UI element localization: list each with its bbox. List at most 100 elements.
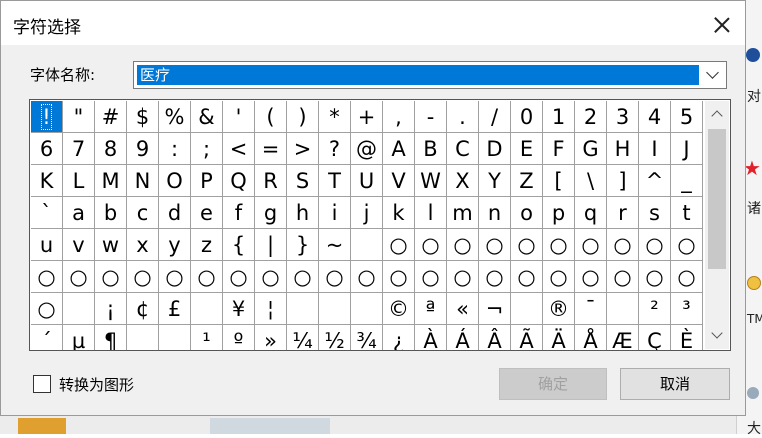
char-cell[interactable]: u [31, 229, 63, 261]
char-cell[interactable]: H [607, 133, 639, 165]
char-cell[interactable]: µ [63, 325, 95, 350]
char-cell[interactable]: N [127, 165, 159, 197]
char-cell[interactable]: : [159, 133, 191, 165]
char-cell[interactable]: C [447, 133, 479, 165]
char-cell[interactable]: ´ [31, 325, 63, 350]
char-cell[interactable]: 6 [31, 133, 63, 165]
char-cell[interactable]: Q [223, 165, 255, 197]
char-cell[interactable]: 3 [607, 101, 639, 133]
char-cell[interactable]: 9 [127, 133, 159, 165]
char-cell[interactable]: l [415, 197, 447, 229]
char-cell[interactable]: ¬ [479, 293, 511, 325]
char-cell[interactable]: ª [415, 293, 447, 325]
char-cell[interactable]: ○ [191, 261, 223, 293]
char-cell[interactable]: d [159, 197, 191, 229]
char-cell[interactable]: o [511, 197, 543, 229]
char-cell[interactable]: e [191, 197, 223, 229]
char-cell[interactable]: ○ [607, 229, 639, 261]
char-cell[interactable]: ] [607, 165, 639, 197]
char-cell[interactable]: w [95, 229, 127, 261]
char-cell[interactable]: E [511, 133, 543, 165]
char-cell[interactable]: i [319, 197, 351, 229]
char-cell[interactable]: j [351, 197, 383, 229]
char-cell[interactable]: ○ [127, 261, 159, 293]
char-cell[interactable]: 0 [511, 101, 543, 133]
char-cell[interactable]: f [223, 197, 255, 229]
char-cell[interactable]: Z [511, 165, 543, 197]
char-cell[interactable]: Y [479, 165, 511, 197]
char-cell[interactable]: ½ [319, 325, 351, 350]
char-cell[interactable]: [ [543, 165, 575, 197]
char-cell[interactable]: { [223, 229, 255, 261]
char-cell[interactable]: ○ [383, 229, 415, 261]
char-cell[interactable]: ○ [31, 293, 63, 325]
char-cell[interactable]: ! [31, 101, 63, 133]
char-cell[interactable]: p [543, 197, 575, 229]
char-cell[interactable]: ¹ [191, 325, 223, 350]
char-cell[interactable]: & [191, 101, 223, 133]
char-cell[interactable]: ○ [575, 261, 607, 293]
char-cell[interactable]: ; [191, 133, 223, 165]
char-cell[interactable]: 5 [671, 101, 703, 133]
char-cell[interactable]: > [287, 133, 319, 165]
char-cell[interactable]: © [383, 293, 415, 325]
char-cell[interactable]: ○ [671, 261, 703, 293]
char-cell[interactable]: ○ [415, 229, 447, 261]
scroll-down-icon[interactable] [705, 325, 729, 347]
char-cell[interactable]: ) [287, 101, 319, 133]
scroll-up-icon[interactable] [705, 103, 729, 125]
character-grid[interactable]: ! " # $% & '() * +, -./0 1 2 3 4 5 6 7 8 9:; < = >? @ A B C D E F G H… [29, 99, 731, 351]
char-cell[interactable]: , [383, 101, 415, 133]
char-cell[interactable]: t [671, 197, 703, 229]
char-cell[interactable] [287, 293, 319, 325]
chevron-down-icon[interactable] [706, 66, 719, 79]
char-cell[interactable]: ¶ [95, 325, 127, 350]
char-cell[interactable]: G [575, 133, 607, 165]
char-cell[interactable]: - [415, 101, 447, 133]
char-cell[interactable]: ○ [319, 261, 351, 293]
char-cell[interactable]: ¿ [383, 325, 415, 350]
char-cell[interactable]: È [671, 325, 703, 350]
char-cell[interactable]: z [191, 229, 223, 261]
char-cell[interactable]: D [479, 133, 511, 165]
char-cell[interactable]: Â [479, 325, 511, 350]
char-cell[interactable]: 7 [63, 133, 95, 165]
char-cell[interactable]: ○ [447, 229, 479, 261]
char-cell[interactable]: ¥ [223, 293, 255, 325]
char-cell[interactable] [607, 293, 639, 325]
ok-button[interactable]: 确定 [499, 368, 607, 400]
char-cell[interactable] [319, 293, 351, 325]
cancel-button[interactable]: 取消 [620, 368, 730, 400]
char-cell[interactable]: X [447, 165, 479, 197]
char-cell[interactable]: Å [575, 325, 607, 350]
char-cell[interactable]: £ [159, 293, 191, 325]
char-cell[interactable]: % [159, 101, 191, 133]
char-cell[interactable]: ○ [511, 261, 543, 293]
char-cell[interactable]: ( [255, 101, 287, 133]
char-cell[interactable]: 2 [575, 101, 607, 133]
char-cell[interactable]: L [63, 165, 95, 197]
char-cell[interactable]: 1 [543, 101, 575, 133]
char-cell[interactable]: ○ [511, 229, 543, 261]
scroll-thumb[interactable] [708, 129, 726, 269]
char-cell[interactable]: 4 [639, 101, 671, 133]
char-cell[interactable]: R [255, 165, 287, 197]
char-cell[interactable]: g [255, 197, 287, 229]
char-cell[interactable]: K [31, 165, 63, 197]
char-cell[interactable]: ○ [351, 261, 383, 293]
char-cell[interactable]: ○ [31, 261, 63, 293]
char-cell[interactable]: ~ [319, 229, 351, 261]
char-cell[interactable]: x [127, 229, 159, 261]
char-cell[interactable]: * [319, 101, 351, 133]
char-cell[interactable]: F [543, 133, 575, 165]
font-name-select[interactable]: 医疗 [133, 61, 727, 89]
char-cell[interactable] [191, 293, 223, 325]
char-cell[interactable]: º [223, 325, 255, 350]
char-cell[interactable]: ® [543, 293, 575, 325]
char-cell[interactable]: A [383, 133, 415, 165]
char-cell[interactable] [127, 325, 159, 350]
convert-to-graphic-checkbox[interactable] [33, 375, 51, 393]
char-cell[interactable]: ○ [479, 229, 511, 261]
char-cell[interactable]: ○ [479, 261, 511, 293]
char-cell[interactable]: M [95, 165, 127, 197]
